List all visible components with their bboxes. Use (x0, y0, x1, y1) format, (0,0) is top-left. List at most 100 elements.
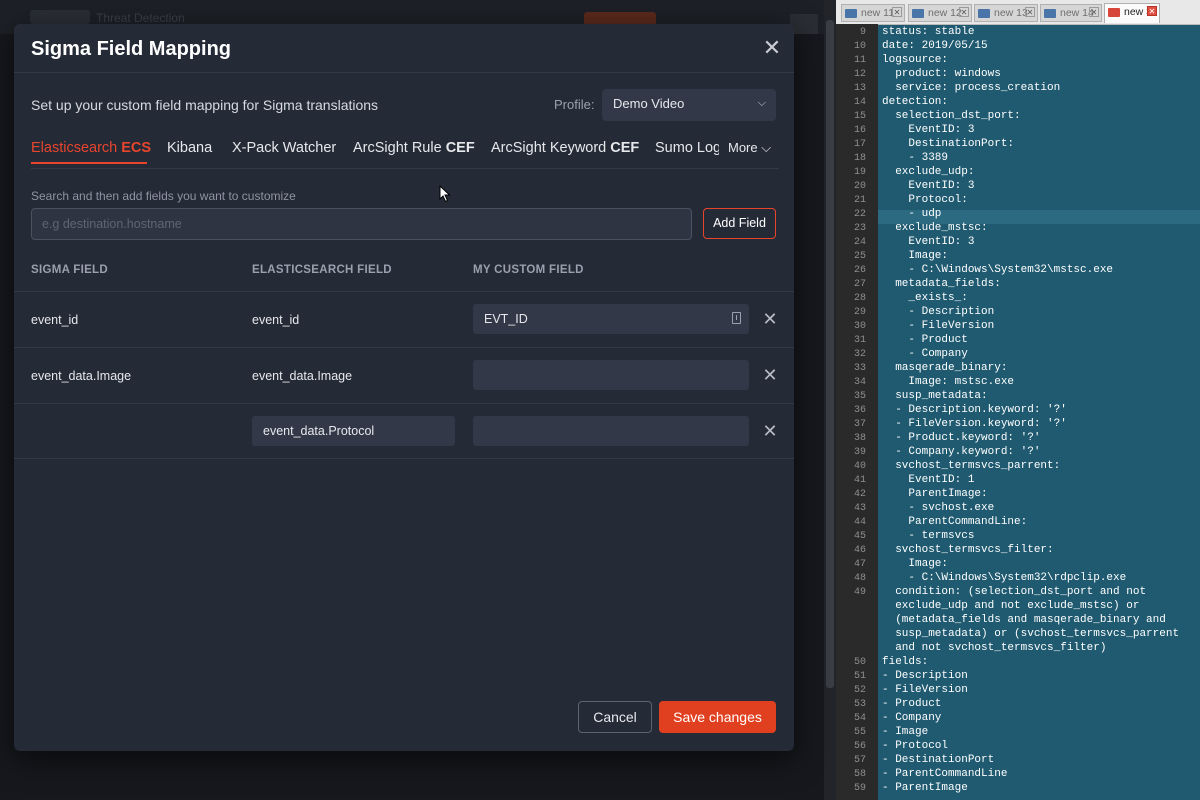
close-tab-icon[interactable]: ✕ (959, 7, 969, 17)
line-number: 50 (853, 657, 866, 668)
editor-tab-label: new 12 (928, 7, 962, 19)
line-number: 43 (853, 503, 866, 514)
chevron-down-icon: ⌵ (761, 140, 772, 155)
profile-label: Profile: (554, 97, 595, 112)
editor-tab[interactable]: new 3 ✕ (1104, 3, 1160, 23)
code-line: product: windows (882, 68, 1001, 80)
line-number: 20 (853, 181, 866, 192)
editor-code-area[interactable]: 9 status: stable 10 date: 2019/05/15 11 logso… (836, 24, 1200, 800)
editor-tab[interactable]: new 13 ✕ (974, 4, 1038, 22)
tab-arcsight-rule-cef[interactable]: ArcSight Rule CEF (353, 140, 475, 156)
editor-tab-bar: new 11 ✕ new 12 ✕ new 13 ✕ new 14 ✕ new 3 ✕ (836, 0, 1200, 25)
line-number: 48 (853, 573, 866, 584)
editor-tab[interactable]: new 12 ✕ (908, 4, 972, 22)
save-changes-button[interactable]: Save changes (659, 701, 776, 733)
code-line: _exists_: (882, 292, 968, 304)
line-number: 17 (853, 139, 866, 150)
field-search-input[interactable] (31, 208, 692, 240)
code-line: detection: (882, 96, 949, 108)
row-divider (14, 458, 794, 459)
elasticsearch-field-input[interactable]: event_data.Protocol (252, 416, 455, 446)
editor-tab[interactable]: new 14 ✕ (1040, 4, 1102, 22)
close-tab-icon[interactable]: ✕ (1147, 6, 1157, 16)
document-icon (1044, 9, 1056, 18)
code-line: EventID: 3 (882, 236, 975, 248)
sigma-field-cell: event_data.Image (31, 369, 132, 383)
code-line: - ParentImage (882, 782, 968, 794)
line-number: 32 (853, 349, 866, 360)
row-divider (14, 291, 794, 292)
line-number: 37 (853, 419, 866, 430)
line-number: 24 (853, 237, 866, 248)
row-divider (14, 403, 794, 404)
line-number: 52 (853, 685, 866, 696)
tab-kibana[interactable]: Kibana (167, 140, 212, 156)
dialog-description: Set up your custom field mapping for Sig… (31, 97, 379, 113)
line-number: 22 (853, 209, 866, 220)
line-number: 26 (853, 265, 866, 276)
code-line: date: 2019/05/15 (882, 40, 988, 52)
title-divider (14, 72, 794, 73)
line-number: 53 (853, 699, 866, 710)
code-line: selection_dst_port: (882, 110, 1021, 122)
custom-field-input[interactable]: EVT_ID (473, 304, 749, 334)
code-line: exclude_mstsc: (882, 222, 988, 234)
code-line: exclude_udp: (882, 166, 975, 178)
tab-elasticsearch-ecs[interactable]: Elasticsearch ECS (31, 140, 151, 156)
background-menu-icon (790, 14, 818, 34)
code-line: exclude_udp and not exclude_mstsc) or (882, 600, 1140, 612)
close-icon[interactable]: ✕ (762, 37, 782, 59)
text-editor: new 11 ✕ new 12 ✕ new 13 ✕ new 14 ✕ new 3 ✕ 9 stat… (836, 0, 1200, 800)
editor-tab-label: new 11 (861, 7, 895, 19)
line-number: 41 (853, 475, 866, 486)
tab-arcsight-keyword-cef[interactable]: ArcSight Keyword CEF (491, 140, 639, 156)
line-number: 33 (853, 363, 866, 374)
editor-tab-label: new 13 (994, 7, 1028, 19)
tab-sumo-logic[interactable]: Sumo Logic (655, 140, 719, 156)
line-number: 47 (853, 559, 866, 570)
line-number: 12 (853, 69, 866, 80)
tab-xpack-watcher[interactable]: X-Pack Watcher (232, 140, 336, 156)
custom-field-input[interactable] (473, 416, 749, 446)
line-number: 9 (859, 27, 866, 38)
custom-field-input[interactable] (473, 360, 749, 390)
column-header-elasticsearch-field: ELASTICSEARCH FIELD (252, 264, 392, 276)
document-icon (978, 9, 990, 18)
code-line: masqerade_binary: (882, 362, 1008, 374)
search-label: Search and then add fields you want to c… (31, 189, 296, 203)
code-line: logsource: (882, 54, 949, 66)
line-number: 25 (853, 251, 866, 262)
background-title: Threat Detection (96, 11, 185, 25)
remove-row-icon[interactable]: ✕ (762, 309, 778, 330)
code-line: - termsvcs (882, 530, 975, 542)
editor-tab[interactable]: new 11 ✕ (841, 4, 905, 22)
background-scrollbar-thumb[interactable] (826, 20, 834, 688)
code-line: and not svchost_termsvcs_filter) (882, 642, 1107, 654)
remove-row-icon[interactable]: ✕ (762, 421, 778, 442)
tabs-more-button[interactable]: More ⌵ (728, 140, 771, 156)
line-number: 34 (853, 377, 866, 388)
cancel-button[interactable]: Cancel (578, 701, 652, 733)
elasticsearch-field-cell: event_id (252, 313, 300, 327)
document-icon (845, 9, 857, 18)
close-tab-icon[interactable]: ✕ (1089, 7, 1099, 17)
profile-select[interactable]: Demo Video ⌵ (602, 89, 776, 121)
code-line: - Company (882, 348, 968, 360)
line-number: 27 (853, 279, 866, 290)
code-line: - 3389 (882, 152, 949, 164)
line-number: 57 (853, 755, 866, 766)
code-line: - FileVersion (882, 320, 995, 332)
code-line: Image: mstsc.exe (882, 376, 1015, 388)
app-logo (30, 10, 90, 24)
line-number: 23 (853, 223, 866, 234)
remove-row-icon[interactable]: ✕ (762, 365, 778, 386)
close-tab-icon[interactable]: ✕ (892, 7, 902, 17)
mouse-pointer-icon (439, 185, 451, 203)
code-line: - udp (882, 208, 942, 220)
code-line: - svchost.exe (882, 502, 995, 514)
code-line: - FileVersion.keyword: '?' (882, 418, 1067, 430)
close-tab-icon[interactable]: ✕ (1025, 7, 1035, 17)
column-header-sigma-field: SIGMA FIELD (31, 264, 108, 276)
add-field-button[interactable]: Add Field (703, 208, 776, 239)
line-number: 51 (853, 671, 866, 682)
